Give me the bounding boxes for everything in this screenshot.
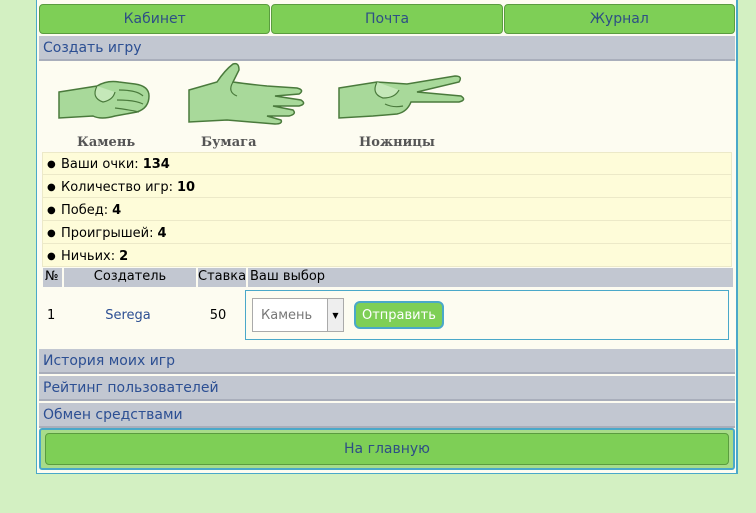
- hand-choices: Камень Бумага Ножницы: [57, 62, 477, 150]
- scissors-label: Ножницы: [359, 135, 435, 150]
- header-creator: Создатель: [64, 268, 196, 287]
- choice-select[interactable]: Камень ▼: [252, 298, 344, 332]
- home-button[interactable]: На главную: [45, 433, 729, 465]
- nav-mail-button[interactable]: Почта: [271, 4, 503, 34]
- section-exchange[interactable]: Обмен средствами: [39, 403, 735, 428]
- send-button[interactable]: Отправить: [354, 301, 444, 329]
- stat-losses: ● Проигрышей: 4: [42, 221, 732, 244]
- stat-wins: ● Побед: 4: [42, 198, 732, 221]
- stats-list: ● Ваши очки: 134 ● Количество игр: 10 ● Побед…: [42, 152, 732, 267]
- choice-selected-value: Камень: [261, 307, 313, 323]
- stat-games-count: ● Количество игр: 10: [42, 175, 732, 198]
- main-frame: Кабинет Почта Журнал Создать игру Камень…: [36, 0, 738, 474]
- table-header: № Создатель Ставка Ваш выбор: [43, 268, 733, 287]
- row-bet: 50: [209, 307, 227, 323]
- rock-choice[interactable]: Камень: [57, 62, 167, 150]
- chevron-down-icon: ▼: [327, 299, 343, 331]
- paper-hand-icon: [188, 62, 305, 125]
- header-num: №: [43, 268, 62, 287]
- table-row: 1 Serega 50 Камень ▼ Отправить: [43, 287, 733, 343]
- top-navigation: Кабинет Почта Журнал: [39, 4, 735, 34]
- row-num: 1: [47, 307, 56, 323]
- nav-journal-button[interactable]: Журнал: [503, 4, 735, 34]
- section-history[interactable]: История моих игр: [39, 349, 735, 374]
- paper-choice[interactable]: Бумага: [187, 62, 317, 150]
- games-table: № Создатель Ставка Ваш выбор 1 Serega 50…: [43, 268, 733, 343]
- header-choice: Ваш выбор: [248, 268, 733, 287]
- scissors-hand-icon: [338, 75, 465, 119]
- scissors-choice[interactable]: Ножницы: [337, 62, 477, 150]
- rock-hand-icon: [58, 80, 150, 119]
- home-area: На главную: [39, 428, 735, 470]
- rock-label: Камень: [77, 135, 136, 150]
- stat-draws: ● Ничьих: 2: [42, 244, 732, 267]
- section-create-game[interactable]: Создать игру: [39, 36, 735, 61]
- section-rating[interactable]: Рейтинг пользователей: [39, 376, 735, 401]
- choice-form: Камень ▼ Отправить: [245, 290, 729, 340]
- nav-cabinet-button[interactable]: Кабинет: [39, 4, 271, 34]
- paper-label: Бумага: [201, 135, 257, 150]
- row-creator-link[interactable]: Serega: [62, 308, 194, 323]
- header-bet: Ставка: [198, 268, 246, 287]
- stat-points: ● Ваши очки: 134: [42, 152, 732, 175]
